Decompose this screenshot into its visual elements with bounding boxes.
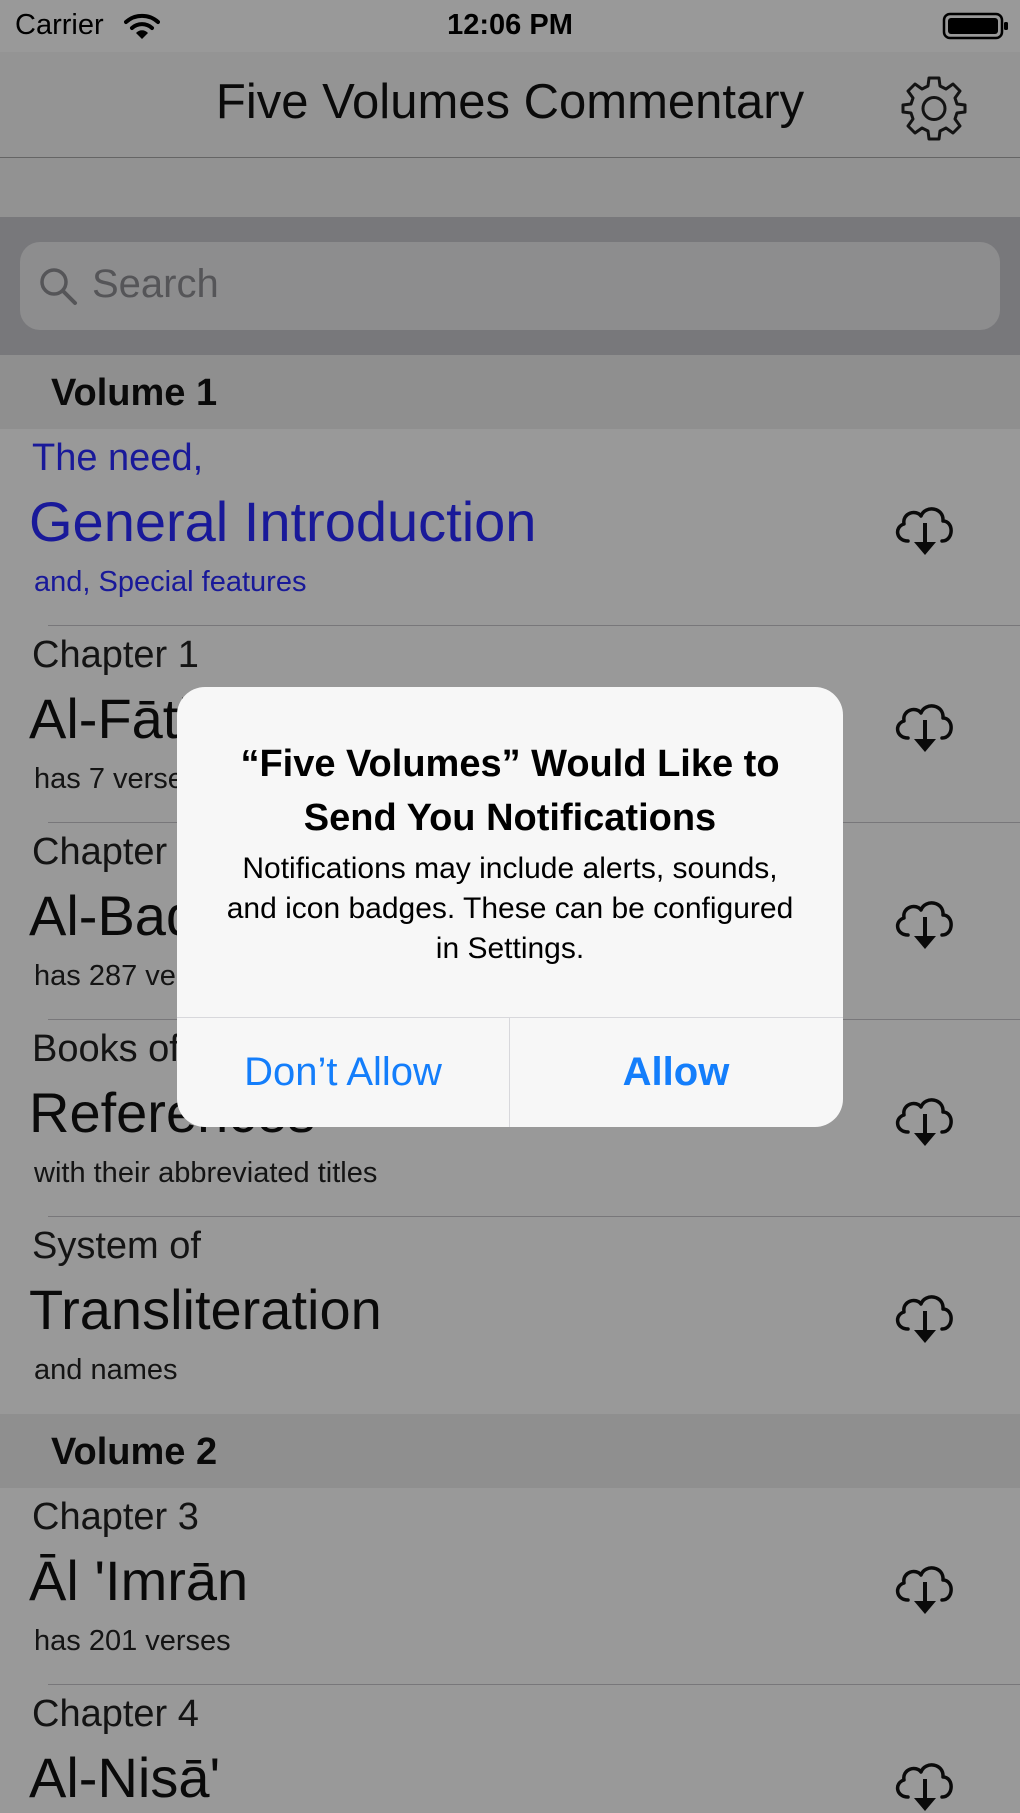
dont-allow-button[interactable]: Don’t Allow (177, 1018, 509, 1127)
app-screen: Carrier 12:06 PM Five Volumes Commentary (0, 0, 1020, 1813)
alert-title: “Five Volumes” Would Like to Send You No… (240, 743, 780, 839)
alert-message: Notifications may include alerts, sounds… (226, 852, 794, 965)
notification-permission-alert: “Five Volumes” Would Like to Send You No… (177, 687, 843, 1127)
allow-button[interactable]: Allow (510, 1018, 842, 1127)
